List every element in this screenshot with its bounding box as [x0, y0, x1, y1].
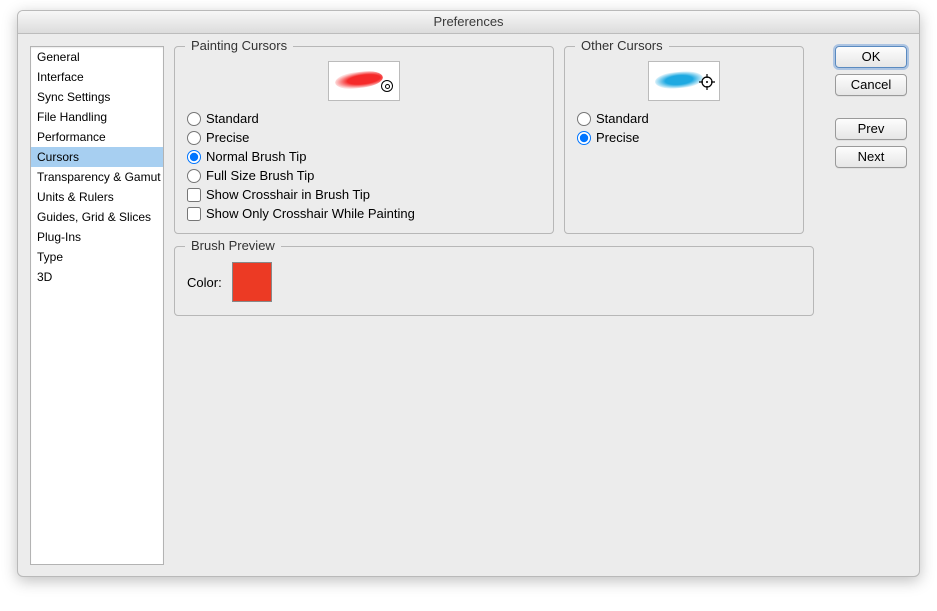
painting-normal-brush-tip-radio[interactable] [187, 150, 201, 164]
other-standard-label: Standard [596, 111, 649, 126]
sidebar-item-units-rulers[interactable]: Units & Rulers [31, 187, 163, 207]
show-only-crosshair-option[interactable]: Show Only Crosshair While Painting [187, 206, 541, 221]
painting-cursor-options: Standard Precise Normal Brush Tip F [187, 111, 541, 221]
other-precise-option[interactable]: Precise [577, 130, 791, 145]
other-precise-radio[interactable] [577, 131, 591, 145]
painting-cursor-preview [328, 61, 400, 101]
show-only-crosshair-label: Show Only Crosshair While Painting [206, 206, 415, 221]
window-title: Preferences [18, 11, 919, 34]
painting-precise-radio[interactable] [187, 131, 201, 145]
painting-full-size-brush-tip-option[interactable]: Full Size Brush Tip [187, 168, 541, 183]
painting-standard-label: Standard [206, 111, 259, 126]
show-only-crosshair-checkbox[interactable] [187, 207, 201, 221]
other-standard-radio[interactable] [577, 112, 591, 126]
sidebar-item-type[interactable]: Type [31, 247, 163, 267]
painting-standard-option[interactable]: Standard [187, 111, 541, 126]
painting-cursors-group: Painting Cursors Standard Precise [174, 46, 554, 234]
sidebar-item-general[interactable]: General [31, 47, 163, 67]
show-crosshair-checkbox[interactable] [187, 188, 201, 202]
window-body: GeneralInterfaceSync SettingsFile Handli… [18, 34, 919, 577]
painting-precise-label: Precise [206, 130, 249, 145]
sidebar-item-performance[interactable]: Performance [31, 127, 163, 147]
cancel-button[interactable]: Cancel [835, 74, 907, 96]
brush-preview-legend: Brush Preview [185, 238, 281, 253]
painting-normal-brush-tip-label: Normal Brush Tip [206, 149, 306, 164]
painting-normal-brush-tip-option[interactable]: Normal Brush Tip [187, 149, 541, 164]
sidebar-item-interface[interactable]: Interface [31, 67, 163, 87]
other-precise-label: Precise [596, 130, 639, 145]
painting-standard-radio[interactable] [187, 112, 201, 126]
prev-button[interactable]: Prev [835, 118, 907, 140]
sidebar-item-3d[interactable]: 3D [31, 267, 163, 287]
sidebar: GeneralInterfaceSync SettingsFile Handli… [30, 46, 164, 565]
ok-button[interactable]: OK [835, 46, 907, 68]
sidebar-item-sync-settings[interactable]: Sync Settings [31, 87, 163, 107]
show-crosshair-label: Show Crosshair in Brush Tip [206, 187, 370, 202]
brush-tip-cursor-icon [381, 80, 393, 92]
sidebar-item-transparency-gamut[interactable]: Transparency & Gamut [31, 167, 163, 187]
precise-crosshair-icon [699, 74, 715, 90]
preferences-window: Preferences GeneralInterfaceSync Setting… [17, 10, 920, 577]
sidebar-item-file-handling[interactable]: File Handling [31, 107, 163, 127]
painting-full-size-brush-tip-label: Full Size Brush Tip [206, 168, 314, 183]
other-standard-option[interactable]: Standard [577, 111, 791, 126]
next-button[interactable]: Next [835, 146, 907, 168]
cursor-groups-row: Painting Cursors Standard Precise [174, 46, 825, 246]
other-cursor-options: Standard Precise [577, 111, 791, 145]
blue-brush-stroke-icon [654, 70, 703, 90]
painting-cursors-legend: Painting Cursors [185, 38, 293, 53]
button-spacer [835, 102, 907, 112]
main-content: Painting Cursors Standard Precise [174, 46, 825, 565]
red-brush-stroke-icon [334, 69, 384, 91]
other-cursor-preview [648, 61, 720, 101]
painting-precise-option[interactable]: Precise [187, 130, 541, 145]
other-cursors-legend: Other Cursors [575, 38, 669, 53]
dialog-buttons: OK Cancel Prev Next [835, 46, 907, 565]
other-cursors-group: Other Cursors [564, 46, 804, 234]
brush-preview-group: Brush Preview Color: [174, 246, 814, 316]
sidebar-item-plug-ins[interactable]: Plug-Ins [31, 227, 163, 247]
sidebar-item-guides-grid-slices[interactable]: Guides, Grid & Slices [31, 207, 163, 227]
show-crosshair-option[interactable]: Show Crosshair in Brush Tip [187, 187, 541, 202]
brush-preview-color-swatch[interactable] [232, 262, 272, 302]
sidebar-item-cursors[interactable]: Cursors [31, 147, 163, 167]
painting-full-size-brush-tip-radio[interactable] [187, 169, 201, 183]
color-label: Color: [187, 275, 222, 290]
